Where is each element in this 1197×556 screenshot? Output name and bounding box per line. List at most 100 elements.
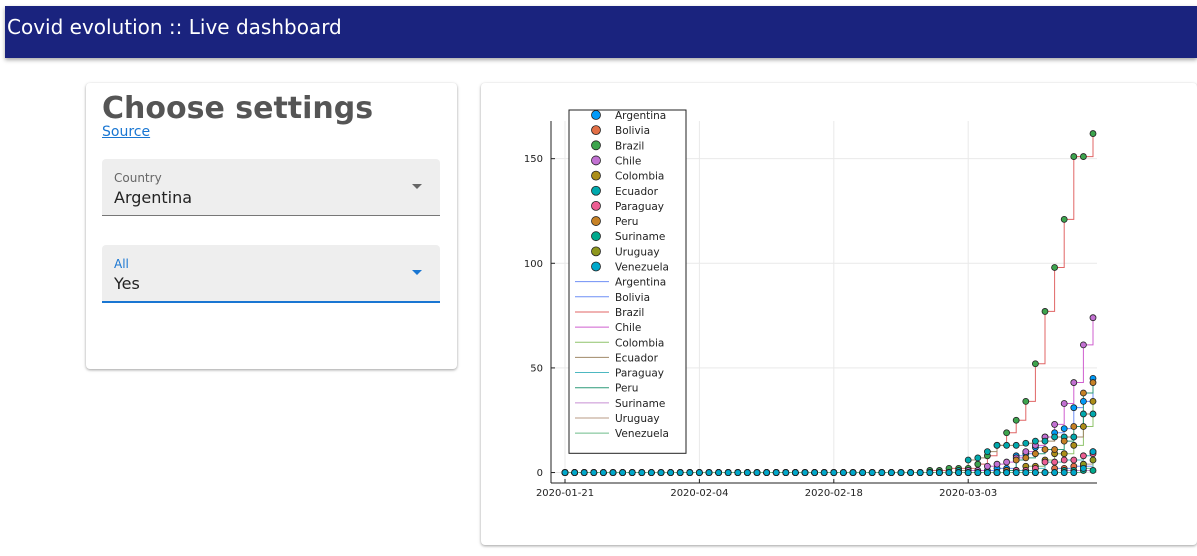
data-point-venezuela	[667, 469, 675, 476]
y-tick-label: 0	[537, 468, 543, 479]
settings-card: Choose settings Source Country Argentina…	[86, 83, 457, 369]
data-point-venezuela	[561, 469, 569, 476]
all-select[interactable]: All Yes	[102, 245, 440, 303]
data-point-brazil	[1022, 397, 1030, 405]
data-point-paraguay	[1051, 458, 1058, 466]
legend-label: Brazil	[615, 307, 644, 319]
legend-marker	[591, 110, 601, 120]
legend-marker	[591, 140, 601, 151]
data-point-venezuela	[571, 469, 578, 476]
chevron-down-icon[interactable]	[412, 184, 422, 189]
data-point-venezuela	[955, 469, 963, 476]
data-point-venezuela	[1080, 464, 1087, 472]
data-point-venezuela	[1089, 448, 1097, 456]
data-point-chile	[983, 462, 991, 470]
legend-label: Colombia	[615, 171, 664, 183]
data-point-venezuela	[1041, 469, 1049, 476]
data-point-venezuela	[935, 469, 943, 476]
data-point-ecuador	[1041, 437, 1049, 445]
chart-card: 2020-01-21 2020-02-04 2020-02-18 2020-03-03…	[481, 83, 1197, 545]
data-point-venezuela	[763, 469, 771, 476]
legend-marker	[591, 201, 601, 211]
chevron-down-icon[interactable]	[412, 270, 422, 275]
legend-marker	[591, 216, 601, 226]
legend-marker	[591, 170, 601, 181]
data-point-venezuela	[724, 469, 732, 476]
data-point-venezuela	[734, 469, 742, 476]
data-point-venezuela	[1032, 469, 1039, 476]
data-point-venezuela	[657, 469, 665, 476]
app-title: Covid evolution :: Live dashboard	[7, 15, 342, 39]
data-point-venezuela	[839, 469, 847, 476]
legend-label: Venezuela	[615, 428, 669, 440]
data-point-venezuela	[993, 469, 1001, 476]
data-point-venezuela	[705, 469, 713, 476]
data-point-chile	[1080, 341, 1087, 349]
country-select-value: Argentina	[114, 188, 193, 207]
data-point-brazil	[1089, 130, 1097, 137]
data-point-chile	[1089, 314, 1097, 322]
data-point-venezuela	[686, 469, 694, 476]
data-point-venezuela	[609, 469, 617, 476]
data-point-peru	[1060, 437, 1068, 445]
legend-label: Brazil	[615, 140, 644, 152]
legend-label: Venezuela	[615, 262, 669, 274]
data-point-brazil	[1041, 308, 1049, 315]
legend-label: Peru	[615, 383, 638, 395]
covid-chart: 2020-01-21 2020-02-04 2020-02-18 2020-03-03…	[524, 109, 1097, 499]
data-point-argentina	[1070, 404, 1078, 412]
data-point-venezuela	[964, 469, 972, 476]
data-point-venezuela	[580, 469, 588, 476]
all-select-label: All	[114, 257, 129, 271]
legend-label: Chile	[615, 155, 641, 167]
legend-label: Chile	[615, 322, 641, 334]
data-point-ecuador	[1051, 433, 1058, 441]
data-point-venezuela	[782, 469, 790, 476]
data-point-colombia	[1060, 450, 1068, 458]
data-point-venezuela	[772, 469, 780, 476]
data-point-venezuela	[590, 469, 598, 476]
data-point-venezuela	[907, 469, 915, 476]
legend-label: Bolivia	[615, 292, 650, 304]
data-point-uruguay	[1089, 456, 1097, 464]
legend-label: Ecuador	[615, 352, 659, 364]
data-point-venezuela	[619, 469, 627, 476]
data-point-chile	[1022, 448, 1030, 456]
x-tick-label: 2020-02-04	[670, 488, 728, 499]
data-point-brazil	[974, 460, 982, 468]
data-point-venezuela	[600, 469, 607, 476]
data-point-peru	[1032, 450, 1039, 458]
data-point-venezuela	[676, 469, 684, 476]
data-point-peru	[1070, 423, 1078, 430]
data-point-venezuela	[743, 469, 751, 476]
legend-label: Peru	[615, 216, 638, 228]
legend-label: Bolivia	[615, 125, 650, 137]
country-select[interactable]: Country Argentina	[102, 159, 440, 216]
data-point-brazil	[1060, 215, 1068, 223]
x-tick-label: 2020-01-21	[536, 488, 594, 499]
source-link[interactable]: Source	[102, 124, 150, 140]
data-point-brazil	[1070, 153, 1078, 160]
legend-marker	[591, 246, 601, 257]
data-point-venezuela	[628, 469, 636, 476]
data-point-colombia	[1089, 397, 1097, 405]
data-point-ecuador	[1070, 433, 1078, 441]
data-point-ecuador	[1089, 410, 1097, 418]
data-point-brazil	[1032, 360, 1039, 368]
data-point-ecuador	[1012, 441, 1020, 449]
data-point-ecuador	[964, 456, 972, 464]
data-point-venezuela	[1022, 469, 1030, 476]
legend-marker	[591, 261, 601, 272]
data-point-venezuela	[830, 469, 838, 476]
data-point-argentina	[1080, 397, 1087, 405]
data-point-colombia	[1080, 423, 1087, 430]
data-point-venezuela	[1003, 469, 1010, 476]
y-tick-label: 50	[530, 363, 543, 374]
legend-label: Colombia	[615, 337, 664, 349]
data-point-chile	[1051, 421, 1058, 428]
legend-marker	[591, 231, 601, 242]
data-point-venezuela	[638, 469, 646, 476]
data-point-venezuela	[859, 469, 867, 476]
data-point-ecuador	[1032, 437, 1039, 445]
data-point-chile	[1070, 379, 1078, 386]
